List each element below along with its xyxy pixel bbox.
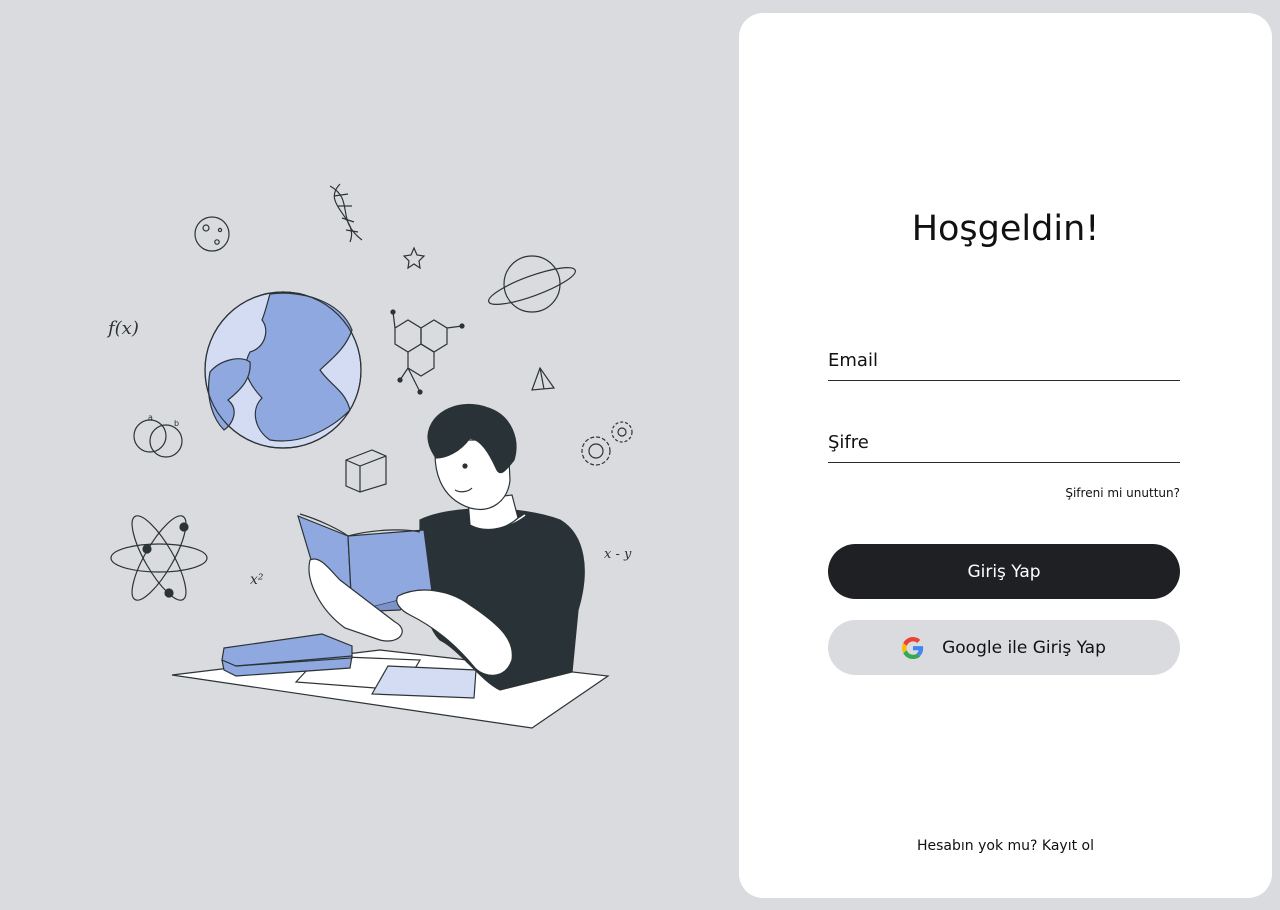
signup-prompt-text: Hesabın yok mu? — [916, 838, 1038, 854]
globe — [204, 291, 362, 449]
paper-sheet — [370, 665, 477, 699]
login-card: Hoşgeldin! Şifreni mi unuttun? Giriş Yap… — [739, 13, 1272, 898]
password-field[interactable] — [828, 417, 1180, 462]
forgot-password-link[interactable]: Şifreni mi unuttun? — [828, 486, 1180, 500]
cube-doodle — [345, 449, 387, 493]
x-minus-y-doodle: x - y — [604, 547, 632, 562]
planet-doodle — [488, 255, 576, 313]
svg-text:a: a — [148, 413, 153, 422]
dna-doodle — [329, 183, 363, 243]
email-field[interactable] — [828, 335, 1180, 380]
star-doodle — [402, 246, 426, 270]
google-login-button[interactable]: Google ile Giriş Yap — [828, 620, 1180, 675]
moon-doodle — [194, 216, 230, 252]
molecule-doodle — [390, 309, 465, 395]
student-reading-illustration: f(x) a b x² x - y — [0, 0, 738, 910]
signup-link[interactable]: Kayıt ol — [1042, 838, 1094, 854]
google-icon — [902, 636, 924, 659]
email-field-container — [828, 335, 1180, 381]
atom-doodle — [110, 515, 208, 601]
x-squared-doodle: x² — [250, 572, 264, 588]
gears-doodle — [581, 421, 633, 466]
login-button[interactable]: Giriş Yap — [828, 544, 1180, 599]
pyramid-doodle — [531, 366, 556, 391]
login-button-label: Giriş Yap — [967, 561, 1041, 582]
signup-prompt: Hesabın yok mu? Kayıt ol — [739, 838, 1272, 854]
fx-doodle: f(x) — [106, 318, 139, 339]
svg-text:b: b — [174, 419, 179, 428]
book-stack — [221, 633, 353, 677]
password-field-container — [828, 417, 1180, 463]
venn-doodle: a b — [133, 413, 183, 458]
google-button-label: Google ile Giriş Yap — [942, 637, 1106, 658]
page-title: Hoşgeldin! — [911, 209, 1100, 249]
